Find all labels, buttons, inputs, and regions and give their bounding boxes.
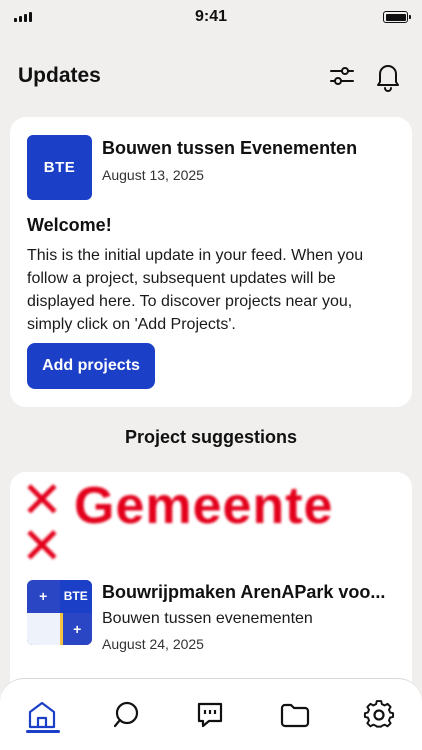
page-header: Updates xyxy=(0,56,422,96)
update-date: August 13, 2025 xyxy=(102,167,204,183)
page-title: Updates xyxy=(18,64,101,87)
tab-bar xyxy=(0,678,422,750)
battery-icon xyxy=(383,11,411,23)
folder-icon[interactable] xyxy=(275,695,315,735)
gear-icon[interactable] xyxy=(359,695,399,735)
add-projects-button[interactable]: Add projects xyxy=(27,343,155,389)
update-body: This is the initial update in your feed.… xyxy=(27,247,364,333)
project-organization: Bouwen tussen evenementen xyxy=(102,610,313,627)
sliders-icon[interactable] xyxy=(326,60,358,92)
organization-logo: BTE xyxy=(27,135,92,200)
update-card: BTE Bouwen tussen Evenementen August 13,… xyxy=(10,117,412,407)
project-banner-image: ✕ ✕ Gemeente xyxy=(10,472,412,564)
cross-icon: ✕ xyxy=(21,518,63,564)
status-bar: 9:41 xyxy=(0,0,422,34)
cross-icon: ✕ xyxy=(21,472,63,528)
banner-text: Gemeente xyxy=(74,477,334,535)
project-date: August 24, 2025 xyxy=(102,636,204,652)
search-icon[interactable] xyxy=(107,695,147,735)
section-title: Project suggestions xyxy=(124,427,298,447)
status-time: 9:41 xyxy=(194,8,228,25)
chat-icon[interactable] xyxy=(190,695,230,735)
update-heading: Welcome! xyxy=(27,215,112,235)
bell-icon[interactable] xyxy=(372,60,404,92)
project-title[interactable]: Bouwrijpmaken ArenAPark voo... xyxy=(102,582,402,603)
active-tab-indicator xyxy=(26,730,60,733)
project-logo: + BTE + xyxy=(27,580,92,645)
home-icon[interactable] xyxy=(22,695,62,735)
update-author[interactable]: Bouwen tussen Evenementen xyxy=(102,138,357,159)
